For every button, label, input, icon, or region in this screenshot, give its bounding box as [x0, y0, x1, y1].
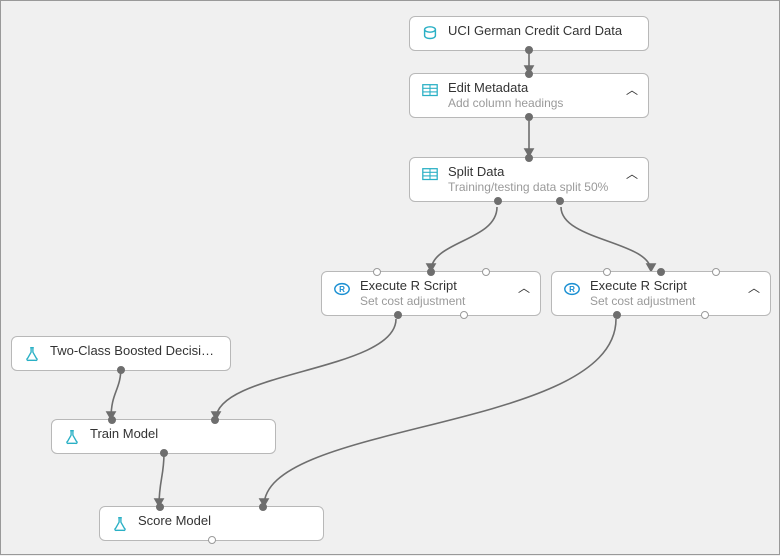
chevron-up-icon[interactable]: ︿ — [508, 278, 530, 298]
input-port-2[interactable] — [657, 268, 665, 276]
output-port[interactable] — [160, 449, 168, 457]
input-port-2[interactable] — [259, 503, 267, 511]
node-r-script-left[interactable]: R Execute R Script Set cost adjustment ︿ — [321, 271, 541, 316]
input-port[interactable] — [525, 154, 533, 162]
input-port-2[interactable] — [427, 268, 435, 276]
output-port-1[interactable] — [613, 311, 621, 319]
chevron-up-icon[interactable]: ︿ — [616, 80, 638, 100]
input-port-1[interactable] — [156, 503, 164, 511]
output-port-1[interactable] — [494, 197, 502, 205]
node-dataset[interactable]: UCI German Credit Card Data — [409, 16, 649, 51]
output-port-2[interactable] — [556, 197, 564, 205]
grid-icon — [420, 81, 440, 101]
node-title: UCI German Credit Card Data — [448, 23, 622, 39]
grid-icon — [420, 165, 440, 185]
node-subtitle: Set cost adjustment — [590, 294, 695, 309]
node-title: Score Model — [138, 513, 211, 529]
flask-icon — [62, 427, 82, 447]
output-port[interactable] — [208, 536, 216, 544]
r-icon: R — [562, 279, 582, 299]
input-port-3[interactable] — [482, 268, 490, 276]
input-port-1[interactable] — [603, 268, 611, 276]
output-port-2[interactable] — [460, 311, 468, 319]
node-split-data[interactable]: Split Data Training/testing data split 5… — [409, 157, 649, 202]
node-score-model[interactable]: Score Model — [99, 506, 324, 541]
experiment-canvas[interactable]: UCI German Credit Card Data Edit Metadat… — [1, 1, 779, 554]
node-title: Execute R Script — [360, 278, 465, 294]
svg-text:R: R — [339, 285, 345, 294]
node-title: Edit Metadata — [448, 80, 563, 96]
input-port-1[interactable] — [108, 416, 116, 424]
flask-icon — [110, 514, 130, 534]
svg-text:R: R — [569, 285, 575, 294]
chevron-up-icon[interactable]: ︿ — [738, 278, 760, 298]
input-port-3[interactable] — [712, 268, 720, 276]
node-train-model[interactable]: Train Model — [51, 419, 276, 454]
output-port[interactable] — [117, 366, 125, 374]
node-title: Two-Class Boosted Decision... — [50, 343, 220, 359]
node-title: Train Model — [90, 426, 158, 442]
output-port-1[interactable] — [394, 311, 402, 319]
flask-icon — [22, 344, 42, 364]
dataset-icon — [420, 24, 440, 44]
input-port-1[interactable] — [373, 268, 381, 276]
input-port[interactable] — [525, 70, 533, 78]
output-port-2[interactable] — [701, 311, 709, 319]
node-subtitle: Add column headings — [448, 96, 563, 111]
output-port[interactable] — [525, 46, 533, 54]
node-algorithm[interactable]: Two-Class Boosted Decision... — [11, 336, 231, 371]
node-subtitle: Training/testing data split 50% — [448, 180, 608, 195]
node-r-script-right[interactable]: R Execute R Script Set cost adjustment ︿ — [551, 271, 771, 316]
output-port[interactable] — [525, 113, 533, 121]
input-port-2[interactable] — [211, 416, 219, 424]
r-icon: R — [332, 279, 352, 299]
node-edit-metadata[interactable]: Edit Metadata Add column headings ︿ — [409, 73, 649, 118]
node-title: Split Data — [448, 164, 608, 180]
node-title: Execute R Script — [590, 278, 695, 294]
node-subtitle: Set cost adjustment — [360, 294, 465, 309]
chevron-up-icon[interactable]: ︿ — [616, 164, 638, 184]
